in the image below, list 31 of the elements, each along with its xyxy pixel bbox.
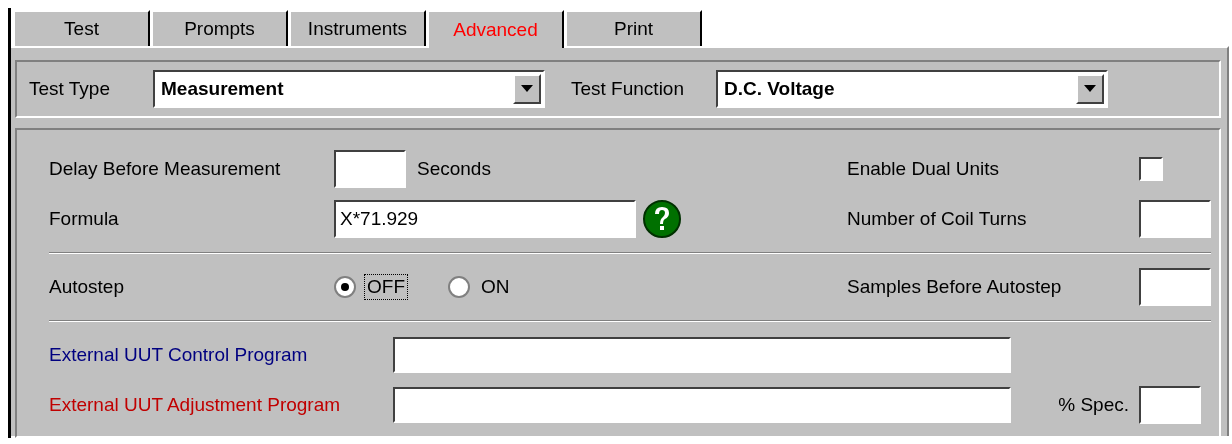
- field-label: Number of Coil Turns: [847, 208, 1028, 230]
- field-label: Test Type: [29, 78, 111, 100]
- dropdown[interactable]: D.C. Voltage: [716, 70, 1108, 108]
- field-label: External UUT Adjustment Program: [49, 394, 342, 416]
- radio-label[interactable]: ON: [478, 274, 513, 300]
- input-field[interactable]: [393, 337, 1011, 373]
- input-field[interactable]: [334, 150, 406, 188]
- radio-button[interactable]: [334, 276, 356, 298]
- tab[interactable]: Instruments: [289, 10, 426, 46]
- tab[interactable]: Print: [565, 10, 702, 46]
- input-field[interactable]: X*71.929: [334, 200, 636, 238]
- radio-button[interactable]: [448, 276, 470, 298]
- radio-label[interactable]: OFF: [364, 274, 408, 300]
- input-field[interactable]: [1139, 200, 1211, 238]
- tab[interactable]: Prompts: [151, 10, 288, 46]
- tab[interactable]: Test: [13, 10, 150, 46]
- field-label: Test Function: [571, 78, 685, 100]
- field-label: Delay Before Measurement: [49, 158, 282, 180]
- input-field[interactable]: [1139, 386, 1201, 424]
- checkbox-label: Enable Dual Units: [847, 158, 1001, 180]
- checkbox[interactable]: [1139, 157, 1163, 181]
- field-label: Samples Before Autostep: [847, 276, 1063, 298]
- input-field[interactable]: [1139, 268, 1211, 306]
- field-label: External UUT Control Program: [49, 344, 309, 366]
- field-label: Formula: [49, 208, 120, 230]
- help-icon[interactable]: [642, 199, 682, 239]
- dropdown[interactable]: Measurement: [153, 70, 545, 108]
- field-label: Autostep: [49, 276, 125, 298]
- input-field[interactable]: [393, 387, 1011, 423]
- unit-label: Seconds: [417, 158, 491, 180]
- field-label: % Spec.: [1058, 394, 1129, 416]
